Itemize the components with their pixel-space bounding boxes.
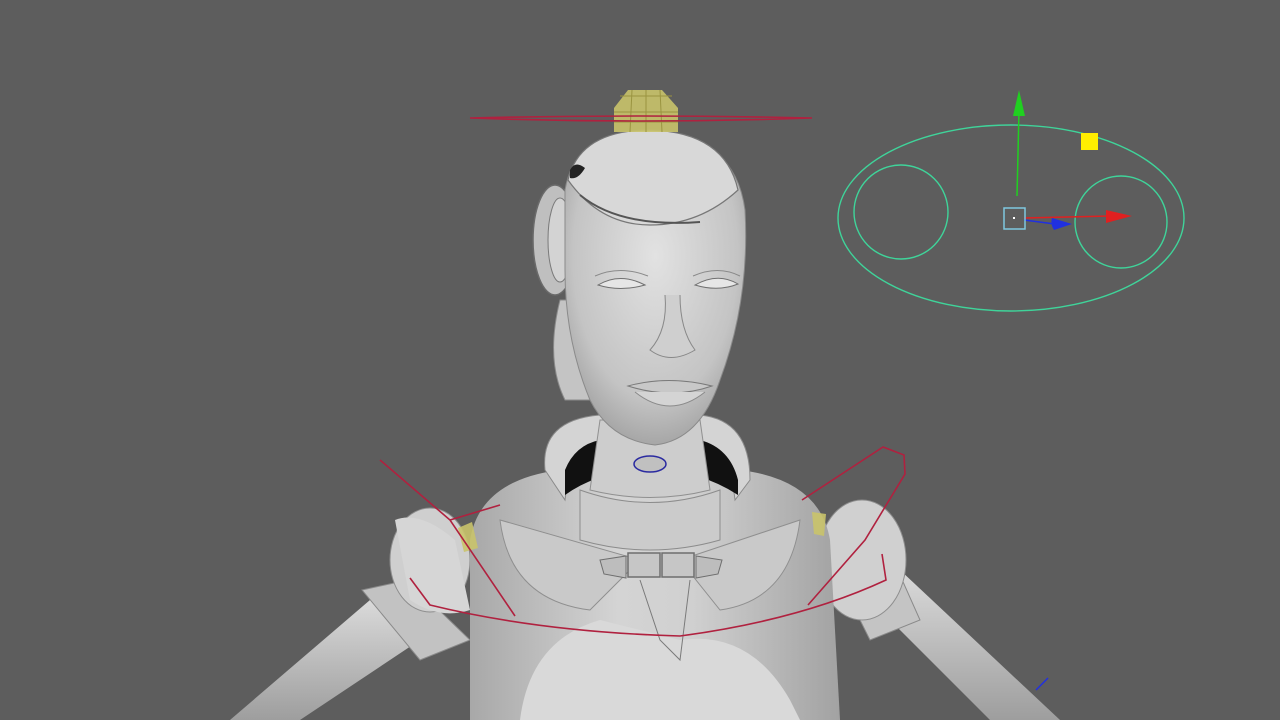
left-arm-mesh[interactable] <box>230 507 471 720</box>
3d-viewport[interactable] <box>0 0 1280 720</box>
eye-control-group[interactable] <box>837 124 1185 312</box>
arrow-up-icon[interactable] <box>1013 90 1025 116</box>
character-model[interactable] <box>230 129 1060 720</box>
left-eye-control[interactable] <box>853 164 949 260</box>
torso-mesh[interactable] <box>470 414 840 720</box>
viewport-canvas[interactable] <box>0 0 1280 720</box>
eyes-master-control[interactable] <box>837 124 1185 312</box>
arrow-right-icon[interactable] <box>1106 210 1132 223</box>
head-mesh[interactable] <box>532 129 747 446</box>
rotate-handle-square[interactable] <box>1081 133 1098 150</box>
head-end-joint[interactable] <box>614 89 678 133</box>
arrow-diagonal-icon[interactable] <box>1051 218 1072 230</box>
right-shoulder-joint[interactable] <box>812 512 826 536</box>
right-eye-control[interactable] <box>1074 175 1168 269</box>
right-arm-mesh[interactable] <box>817 499 1060 720</box>
move-manipulator[interactable] <box>1003 90 1132 230</box>
z-axis-fragment <box>1035 677 1049 691</box>
